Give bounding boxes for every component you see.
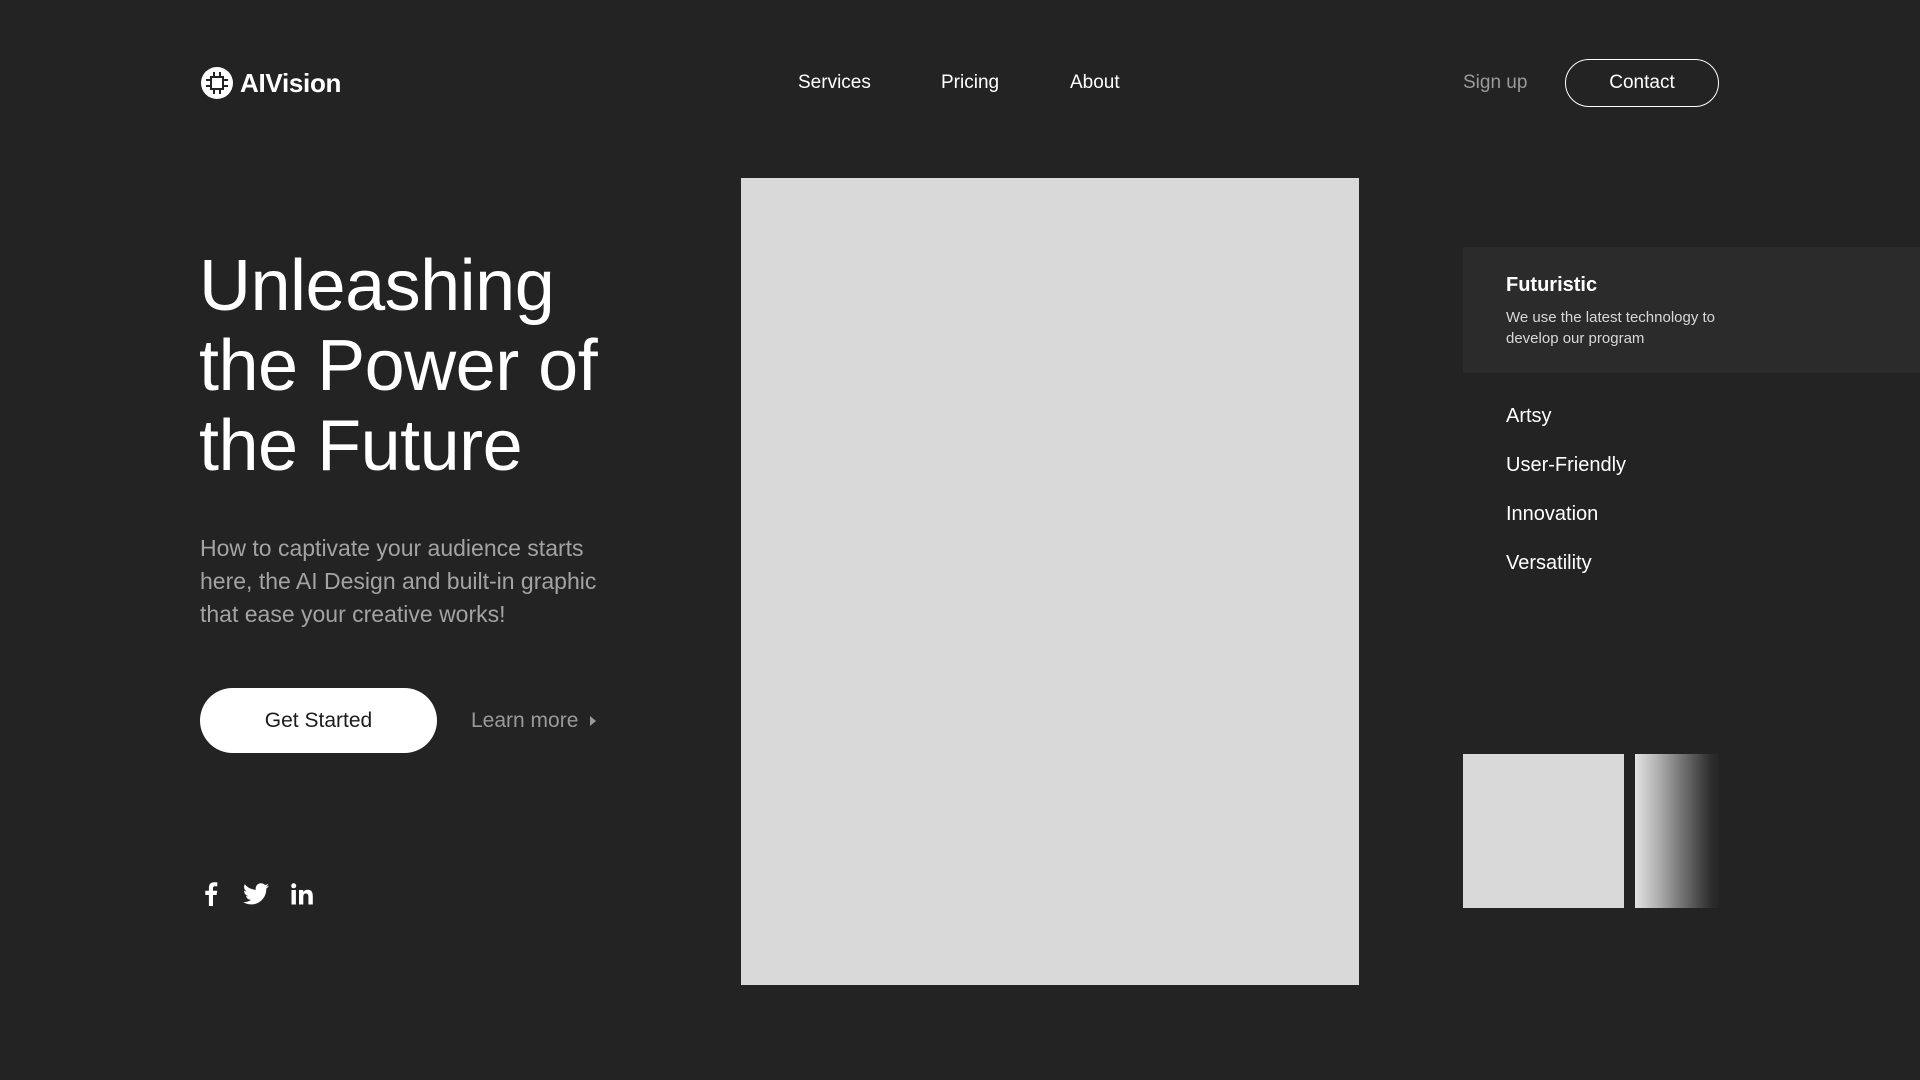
feature-item-innovation[interactable]: Innovation (1506, 501, 1598, 527)
feature-item-artsy[interactable]: Artsy (1506, 403, 1552, 429)
linkedin-icon[interactable] (290, 880, 314, 908)
social-links (200, 880, 314, 908)
hero-image-placeholder (741, 178, 1359, 985)
feature-item-versatility[interactable]: Versatility (1506, 550, 1592, 576)
signup-link[interactable]: Sign up (1463, 70, 1527, 96)
twitter-icon[interactable] (242, 880, 270, 908)
contact-button[interactable]: Contact (1565, 59, 1719, 107)
brand-name: AIVision (240, 67, 342, 98)
learn-more-label: Learn more (471, 709, 579, 732)
get-started-button[interactable]: Get Started (200, 688, 437, 753)
feature-description: We use the latest technology to develop … (1506, 309, 1716, 347)
feature-title: Futuristic (1506, 274, 1598, 296)
thumbnail-image[interactable] (1463, 754, 1624, 908)
brand-logo[interactable]: AIVision (200, 66, 341, 100)
learn-more-link[interactable]: Learn more (471, 707, 597, 735)
caret-right-icon (590, 716, 597, 726)
thumbnail-image-faded[interactable] (1635, 754, 1719, 908)
feature-item-active[interactable]: Futuristic We use the latest technology … (1463, 247, 1920, 373)
hero-title-line: the Future (199, 406, 523, 486)
hero-title-line: Unleashing (199, 246, 555, 326)
hero-title: Unleashing the Power of the Future (199, 246, 679, 486)
hero-title-line: the Power of (199, 326, 598, 406)
nav-services[interactable]: Services (798, 70, 871, 96)
feature-item-user-friendly[interactable]: User-Friendly (1506, 452, 1626, 478)
nav-about[interactable]: About (1070, 70, 1120, 96)
facebook-icon[interactable] (200, 880, 222, 908)
nav-pricing[interactable]: Pricing (941, 70, 999, 96)
hero-description: How to captivate your audience starts he… (200, 535, 597, 627)
ai-chip-icon (200, 66, 234, 100)
